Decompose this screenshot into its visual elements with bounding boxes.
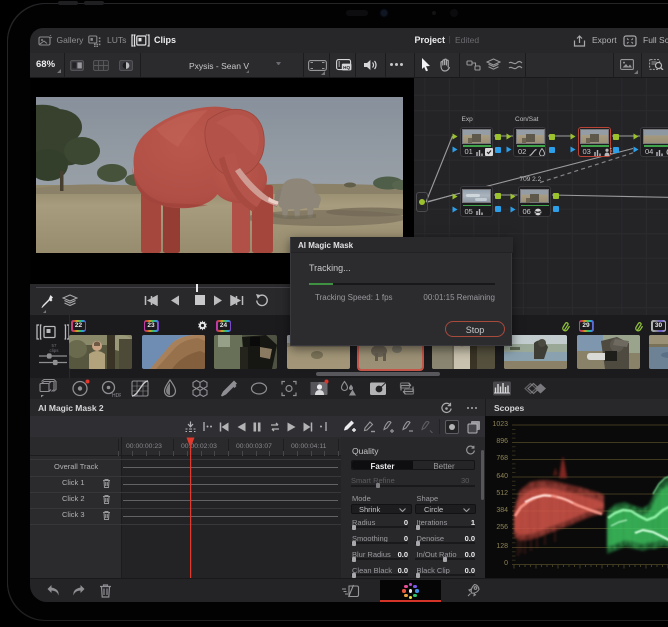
svg-text:HQ: HQ — [343, 64, 350, 69]
